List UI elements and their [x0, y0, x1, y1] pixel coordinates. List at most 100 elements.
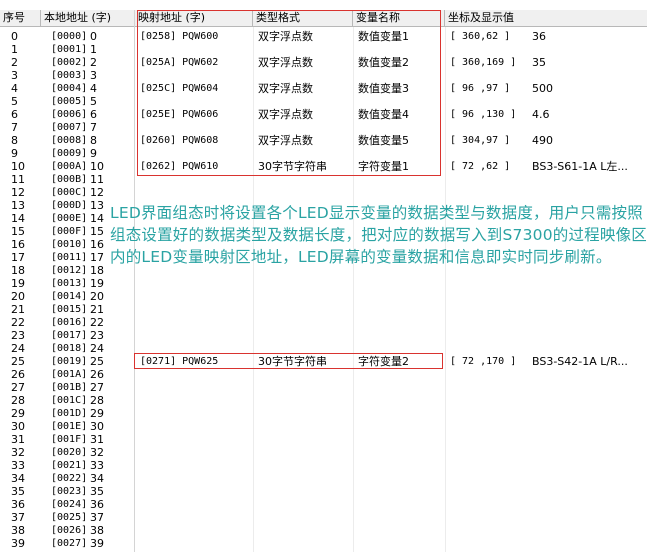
row-index: 34 [11, 472, 25, 485]
table-row[interactable]: 1 [0001] 1 [0, 43, 134, 56]
row-index: 39 [11, 537, 25, 550]
table-row[interactable]: 8 [0008] 8 [0, 134, 134, 147]
row-index: 29 [11, 407, 25, 420]
row-index: 10 [11, 160, 25, 173]
header-index[interactable]: 序号 [0, 10, 41, 26]
local-address: [001B] [51, 382, 88, 393]
mapped-variables-highlight [137, 10, 441, 176]
table-row[interactable]: 27 [001B] 27 [0, 381, 134, 394]
table-row[interactable]: 39 [0027] 39 [0, 537, 134, 550]
table-row[interactable]: 38 [0026] 38 [0, 524, 134, 537]
local-address: [0002] [51, 57, 88, 68]
local-address: [0025] [51, 512, 88, 523]
display-value: BS3-S61-1A L左... [532, 160, 628, 173]
row-index: 11 [11, 173, 25, 186]
table-row[interactable]: 2 [0002] 2 [0, 56, 134, 69]
display-value: 4.6 [532, 108, 550, 121]
local-address: [0010] [51, 239, 88, 250]
local-word-number: 8 [90, 134, 97, 147]
table-row[interactable]: 26 [001A] 26 [0, 368, 134, 381]
local-word-number: 24 [90, 342, 104, 355]
table-row[interactable]: 9 [0009] 9 [0, 147, 134, 160]
table-row[interactable]: 12 [000C] 12 [0, 186, 134, 199]
row-index: 5 [11, 95, 18, 108]
row-index: 33 [11, 459, 25, 472]
local-address: [0004] [51, 83, 88, 94]
local-address: [001E] [51, 421, 88, 432]
table-row[interactable]: 31 [001F] 31 [0, 433, 134, 446]
table-row[interactable]: 11 [000B] 11 [0, 173, 134, 186]
local-address: [001A] [51, 369, 88, 380]
local-address: [000A] [51, 161, 88, 172]
table-row[interactable]: 7 [0007] 7 [0, 121, 134, 134]
local-word-number: 3 [90, 69, 97, 82]
coordinates: [ 360,62 ] [450, 31, 511, 42]
row-index: 0 [11, 30, 18, 43]
table-row[interactable]: 4 [0004] 4 [0, 82, 134, 95]
table-row[interactable]: 25 [0019] 25 [0, 355, 134, 368]
table-row[interactable]: 23 [0017] 23 [0, 329, 134, 342]
local-address: [001D] [51, 408, 88, 419]
display-value: BS3-S42-1A L/R... [532, 355, 628, 368]
coordinates: [ 96 ,130 ] [450, 109, 517, 120]
header-coordinates[interactable]: 坐标及显示值 [445, 10, 647, 26]
table-row[interactable]: 34 [0022] 34 [0, 472, 134, 485]
local-address: [0015] [51, 304, 88, 315]
table-row[interactable]: 20 [0014] 20 [0, 290, 134, 303]
coordinates: [ 72 ,170 ] [450, 356, 517, 367]
table-row[interactable]: 32 [0020] 32 [0, 446, 134, 459]
table-row[interactable]: 30 [001E] 30 [0, 420, 134, 433]
local-word-number: 29 [90, 407, 104, 420]
local-address: [0006] [51, 109, 88, 120]
row-index: 9 [11, 147, 18, 160]
local-word-number: 5 [90, 95, 97, 108]
table-row[interactable]: 24 [0018] 24 [0, 342, 134, 355]
table-row[interactable]: 21 [0015] 21 [0, 303, 134, 316]
local-word-number: 0 [90, 30, 97, 43]
local-address: [0008] [51, 135, 88, 146]
local-address: [0013] [51, 278, 88, 289]
local-address: [0020] [51, 447, 88, 458]
row-index: 17 [11, 251, 25, 264]
local-word-number: 7 [90, 121, 97, 134]
row-index: 18 [11, 264, 25, 277]
local-word-number: 11 [90, 173, 104, 186]
table-row[interactable]: 29 [001D] 29 [0, 407, 134, 420]
table-row[interactable]: 6 [0006] 6 [0, 108, 134, 121]
row-index: 35 [11, 485, 25, 498]
table-row[interactable]: 37 [0025] 37 [0, 511, 134, 524]
table-row[interactable]: 35 [0023] 35 [0, 485, 134, 498]
local-address: [0023] [51, 486, 88, 497]
table-row[interactable]: 22 [0016] 22 [0, 316, 134, 329]
local-word-number: 37 [90, 511, 104, 524]
table-row[interactable]: 33 [0021] 33 [0, 459, 134, 472]
table-row[interactable]: 10 [000A] 10 [0, 160, 134, 173]
local-word-number: 39 [90, 537, 104, 550]
table-row[interactable]: 36 [0024] 36 [0, 498, 134, 511]
local-word-number: 27 [90, 381, 104, 394]
display-value: 35 [532, 56, 546, 69]
local-address: [0026] [51, 525, 88, 536]
table-row[interactable]: 19 [0013] 19 [0, 277, 134, 290]
local-address: [0005] [51, 96, 88, 107]
header-local-address[interactable]: 本地地址 (字) [41, 10, 135, 26]
table-row[interactable]: 0 [0000] 0 [0, 30, 134, 43]
table-row[interactable]: 5 [0005] 5 [0, 95, 134, 108]
coordinates: [ 304,97 ] [450, 135, 511, 146]
local-word-number: 20 [90, 290, 104, 303]
local-address: [0019] [51, 356, 88, 367]
local-word-number: 36 [90, 498, 104, 511]
local-address: [0022] [51, 473, 88, 484]
local-word-number: 32 [90, 446, 104, 459]
table-row[interactable]: 3 [0003] 3 [0, 69, 134, 82]
local-address: [000D] [51, 200, 88, 211]
table-row[interactable]: 28 [001C] 28 [0, 394, 134, 407]
row-index: 37 [11, 511, 25, 524]
row-index: 2 [11, 56, 18, 69]
local-address: [0024] [51, 499, 88, 510]
row-index: 3 [11, 69, 18, 82]
local-address: [0014] [51, 291, 88, 302]
variable-mapping-table: 序号 本地地址 (字) 映射地址 (字) 类型格式 变量名称 坐标及显示值 0[… [0, 0, 647, 552]
row-index: 30 [11, 420, 25, 433]
local-word-number: 23 [90, 329, 104, 342]
